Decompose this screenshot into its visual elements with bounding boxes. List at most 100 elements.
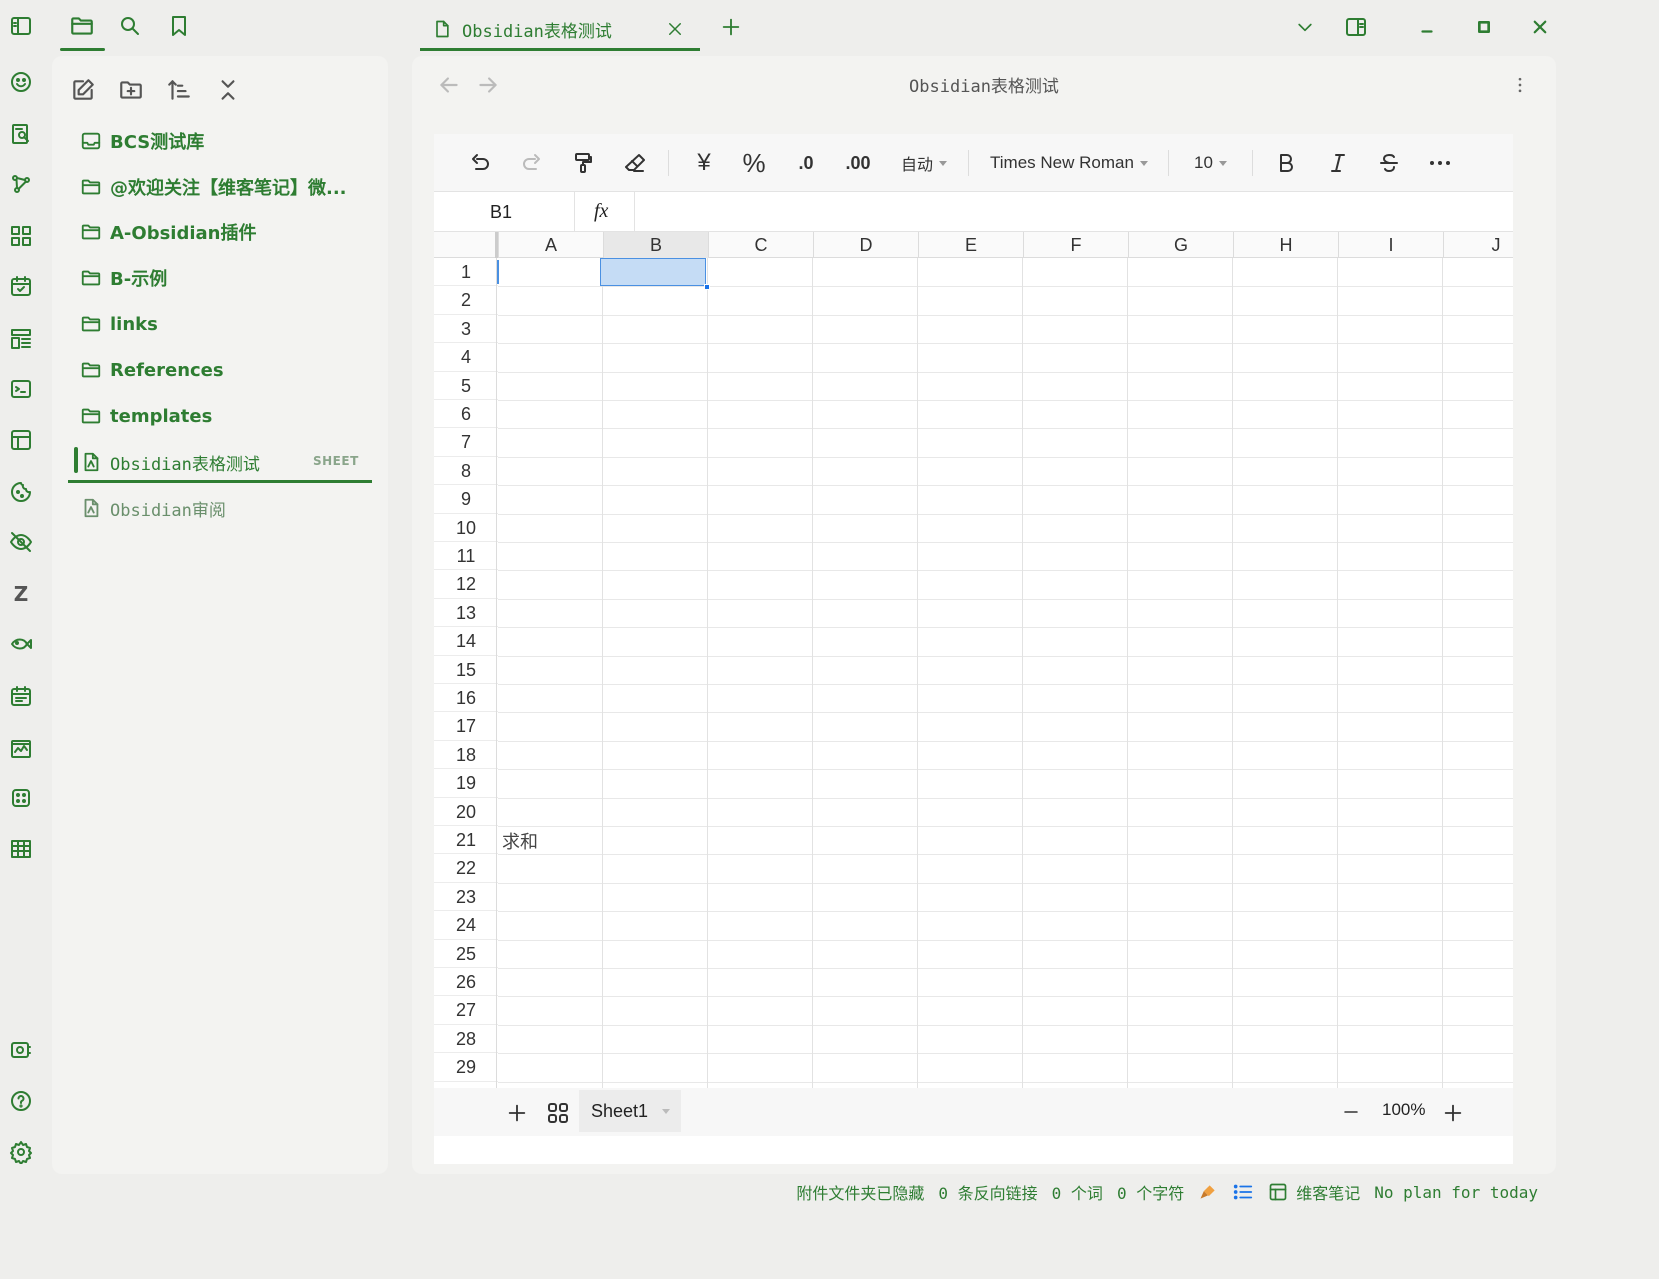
row-header[interactable]: 21 [434,826,498,855]
tree-file[interactable]: Obsidian审阅 [80,490,226,526]
maximize-icon[interactable] [1469,12,1499,42]
row-header[interactable]: 7 [434,428,498,457]
close-window-icon[interactable] [1525,12,1555,42]
row-header[interactable]: 16 [434,684,498,713]
sheet-tab[interactable]: Sheet1 [579,1090,681,1132]
new-tab-icon[interactable] [716,12,746,42]
row-header[interactable]: 27 [434,996,498,1025]
row-header[interactable]: 8 [434,457,498,486]
font-size-select[interactable]: 10 [1194,148,1238,178]
close-tab-icon[interactable] [666,20,684,38]
strikethrough-icon[interactable] [1373,148,1405,178]
cell-a21[interactable]: 求和 [502,828,538,854]
column-header[interactable]: G [1128,232,1233,258]
eraser-icon[interactable] [619,148,651,178]
percent-button[interactable]: % [738,148,770,178]
tree-folder[interactable]: References [80,352,224,388]
column-header[interactable]: C [708,232,813,258]
bookmark-tab-icon[interactable] [163,10,195,42]
plugin-status[interactable]: 维客笔记 [1268,1180,1360,1204]
cells-area[interactable] [498,258,1513,1088]
layout-list-icon[interactable] [7,325,35,353]
eye-off-icon[interactable] [7,528,35,556]
row-header[interactable]: 3 [434,315,498,344]
sidebar-toggle-icon[interactable] [7,12,35,40]
fill-handle[interactable] [704,284,710,290]
row-header[interactable]: 10 [434,514,498,542]
select-all-corner[interactable] [434,232,498,258]
cell-grid[interactable]: ABCDEFGHIJ 1 2 3 4 5 6 7 8 9 10 11 12 13 14 15 16 17 18 19… [434,232,1513,1088]
row-header[interactable]: 14 [434,627,498,656]
column-header[interactable]: B [603,232,708,258]
row-header[interactable]: 17 [434,712,498,741]
outline-list-icon[interactable] [1232,1181,1254,1203]
row-header[interactable]: 18 [434,741,498,770]
row-header[interactable]: 22 [434,854,498,883]
decrease-decimal-button[interactable]: .0 [788,148,824,178]
currency-button[interactable]: ¥ [688,148,720,178]
column-header[interactable]: J [1443,232,1513,258]
row-header[interactable]: 2 [434,286,498,315]
more-options-icon[interactable] [1510,74,1530,96]
tree-folder[interactable]: B-示例 [80,260,167,296]
new-folder-icon[interactable] [115,74,147,106]
column-header[interactable]: H [1233,232,1338,258]
row-header[interactable]: 13 [434,599,498,628]
row-header[interactable]: 6 [434,400,498,429]
tree-folder[interactable]: A-Obsidian插件 [80,214,257,250]
chart-calendar-icon[interactable] [7,734,35,762]
column-header[interactable]: F [1023,232,1128,258]
column-header[interactable]: E [918,232,1023,258]
column-header[interactable]: D [813,232,918,258]
format-painter-icon[interactable] [567,148,599,178]
terminal-icon[interactable] [7,375,35,403]
all-sheets-icon[interactable] [546,1101,570,1125]
function-icon[interactable]: fx [594,200,608,223]
vault-root[interactable]: BCS测试库 [80,123,204,159]
row-header[interactable]: 15 [434,656,498,684]
row-header[interactable]: 23 [434,883,498,912]
row-header[interactable]: 20 [434,798,498,826]
row-header[interactable]: 25 [434,940,498,968]
sort-icon[interactable] [163,74,195,106]
search-doc-icon[interactable] [7,120,35,148]
row-header[interactable]: 12 [434,570,498,599]
emoji-icon[interactable] [7,68,35,96]
number-format-select[interactable]: 自动 [894,148,954,178]
status-plan[interactable]: No plan for today [1374,1183,1538,1202]
row-header[interactable]: 24 [434,911,498,940]
brush-icon[interactable] [1198,1182,1218,1202]
column-header[interactable]: A [498,232,603,258]
cookie-icon[interactable] [7,478,35,506]
redo-icon[interactable] [516,148,548,178]
row-header[interactable]: 11 [434,542,498,571]
files-tab-icon[interactable] [66,10,98,42]
minimize-icon[interactable] [1412,12,1442,42]
row-header[interactable]: 5 [434,372,498,400]
editor-tab[interactable]: Obsidian表格测试 [420,8,700,50]
row-header[interactable]: 9 [434,485,498,514]
row-header[interactable]: 29 [434,1053,498,1082]
more-tools-icon[interactable] [1424,148,1456,178]
add-sheet-icon[interactable] [506,1102,528,1124]
fish-icon[interactable] [7,630,35,658]
help-icon[interactable] [7,1087,35,1115]
tree-folder[interactable]: links [80,306,158,342]
search-tab-icon[interactable] [114,10,146,42]
tree-folder[interactable]: @欢迎关注【维客笔记】微... [80,169,347,205]
column-header[interactable]: I [1338,232,1443,258]
sheet-menu-caret-icon[interactable] [662,1108,671,1114]
tab-list-chevron-icon[interactable] [1290,12,1320,42]
row-header[interactable]: 4 [434,343,498,372]
dice-icon[interactable] [7,784,35,812]
row-header[interactable]: 1 [434,258,498,287]
zoom-out-icon[interactable] [1342,1103,1360,1121]
vault-switch-icon[interactable] [7,1036,35,1064]
table-icon[interactable] [7,835,35,863]
calendar-check-icon[interactable] [7,272,35,300]
zotero-icon[interactable]: Z [7,580,35,608]
row-header[interactable]: 28 [434,1025,498,1054]
status-attachments[interactable]: 附件文件夹已隐藏 [796,1180,924,1204]
italic-icon[interactable] [1322,148,1354,178]
calendar-icon[interactable] [7,682,35,710]
